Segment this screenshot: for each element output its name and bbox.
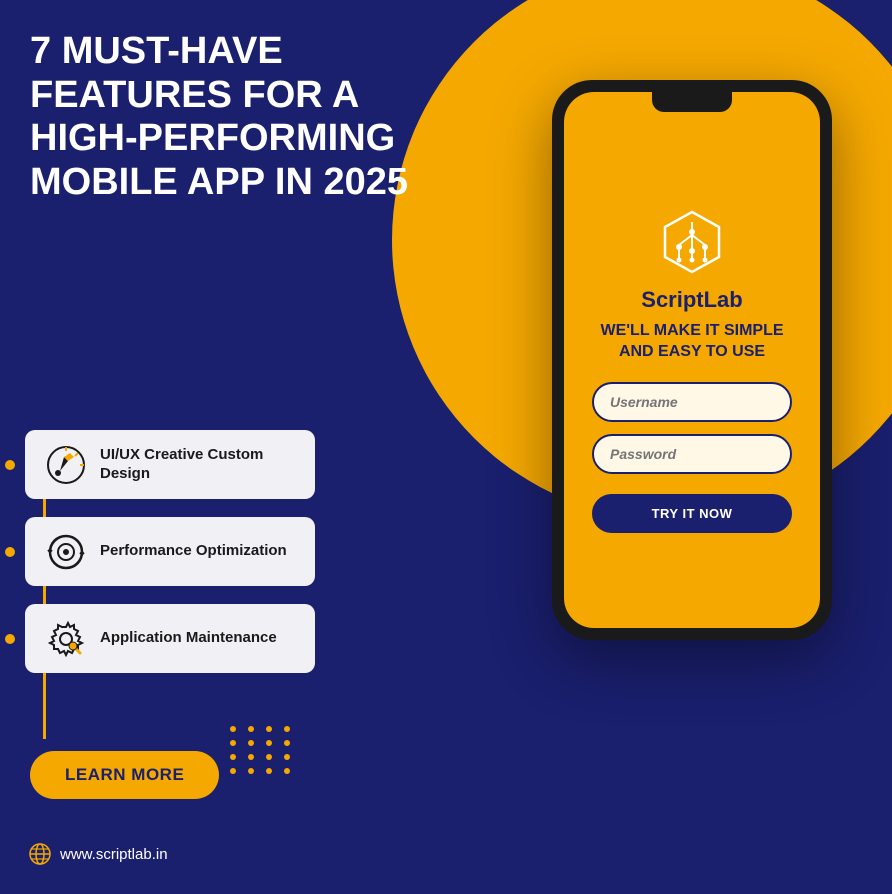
feature-dot-uiux — [3, 458, 17, 472]
phone-try-button[interactable]: TRY IT NOW — [592, 494, 792, 533]
feature-label-maintenance: Application Maintenance — [100, 629, 277, 648]
phone-notch — [652, 92, 732, 112]
feature-label-uiux: UI/UX Creative Custom Design — [100, 446, 297, 484]
phone-username-input[interactable] — [592, 382, 792, 422]
scriptlab-logo — [657, 207, 727, 277]
phone-password-input[interactable] — [592, 434, 792, 474]
uiux-icon — [43, 442, 88, 487]
feature-item-uiux: UI/UX Creative Custom Design — [25, 430, 315, 499]
feature-dot-maintenance — [3, 632, 17, 646]
main-heading: 7 MUST-HAVE FEATURES FOR A HIGH-PERFORMI… — [30, 30, 410, 205]
website-url: www.scriptlab.in — [60, 846, 168, 863]
phone-brand-name: ScriptLab — [641, 287, 742, 313]
dot-pattern-bottom: for(let i=0;i<16;i++) document.write('<s… — [230, 726, 294, 774]
page-container: // Generate 24 dots (4 rows x 6 cols) fo… — [0, 0, 892, 894]
feature-label-performance: Performance Optimization — [100, 542, 287, 561]
phone-mockup: ScriptLab WE'LL MAKE IT SIMPLE AND EASY … — [522, 80, 862, 780]
feature-item-performance: Performance Optimization — [25, 517, 315, 586]
phone-outer-frame: ScriptLab WE'LL MAKE IT SIMPLE AND EASY … — [552, 80, 832, 640]
globe-icon — [28, 842, 52, 866]
feature-dot-performance — [3, 545, 17, 559]
performance-icon — [43, 529, 88, 574]
learn-more-button[interactable]: LEARN MORE — [30, 751, 219, 799]
maintenance-icon — [43, 616, 88, 661]
features-section: UI/UX Creative Custom Design Performance… — [25, 430, 315, 691]
phone-screen: ScriptLab WE'LL MAKE IT SIMPLE AND EASY … — [564, 92, 820, 628]
website-footer: www.scriptlab.in — [28, 842, 168, 866]
phone-tagline-text: WE'LL MAKE IT SIMPLE AND EASY TO USE — [584, 321, 800, 363]
feature-item-maintenance: Application Maintenance — [25, 604, 315, 673]
